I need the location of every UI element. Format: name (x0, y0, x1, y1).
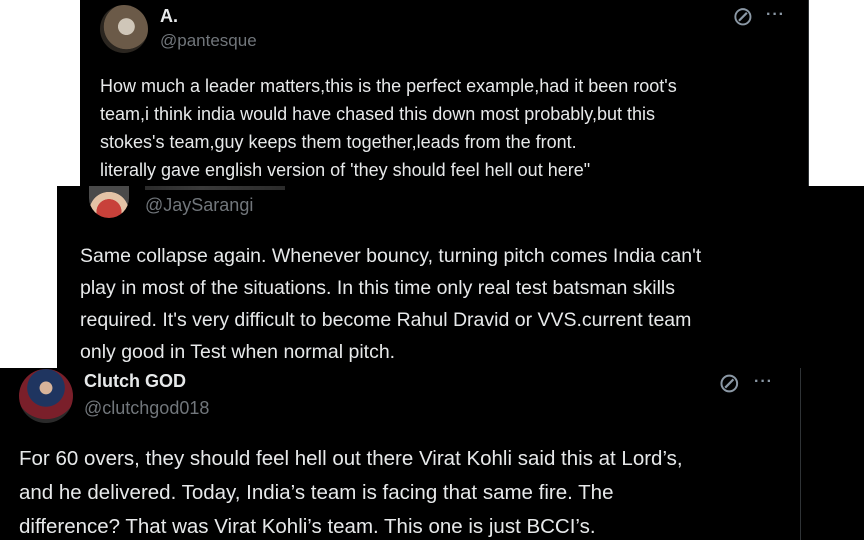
more-dots-icon[interactable]: ··· (766, 6, 785, 24)
tweet-card[interactable]: @JaySarangi Same collapse again. Wheneve… (57, 186, 864, 368)
user-handle[interactable]: @JaySarangi (145, 195, 253, 216)
display-name[interactable]: Clutch GOD (84, 371, 186, 392)
side-divider (800, 368, 864, 540)
avatar[interactable] (89, 186, 129, 218)
grok-slash-icon[interactable]: ⊘ (718, 368, 741, 399)
tweet-text: Same collapse again. Whenever bouncy, tu… (80, 245, 702, 363)
user-handle[interactable]: @pantesque (160, 31, 257, 51)
display-name[interactable]: A. (160, 6, 178, 27)
more-dots-icon[interactable]: ··· (754, 373, 773, 391)
tweet-text: For 60 overs, they should feel hell out … (19, 447, 683, 538)
display-name-cropped (145, 186, 285, 190)
tweet-card[interactable]: A. @pantesque ⊘ ··· How much a leader ma… (80, 0, 809, 190)
grok-slash-icon[interactable]: ⊘ (732, 1, 754, 32)
avatar[interactable] (100, 5, 148, 53)
avatar[interactable] (19, 369, 73, 423)
tweet-text: How much a leader matters,this is the pe… (100, 76, 677, 180)
user-handle[interactable]: @clutchgod018 (84, 398, 209, 419)
tweet-card[interactable]: Clutch GOD @clutchgod018 ⊘ ··· For 60 ov… (0, 368, 864, 540)
